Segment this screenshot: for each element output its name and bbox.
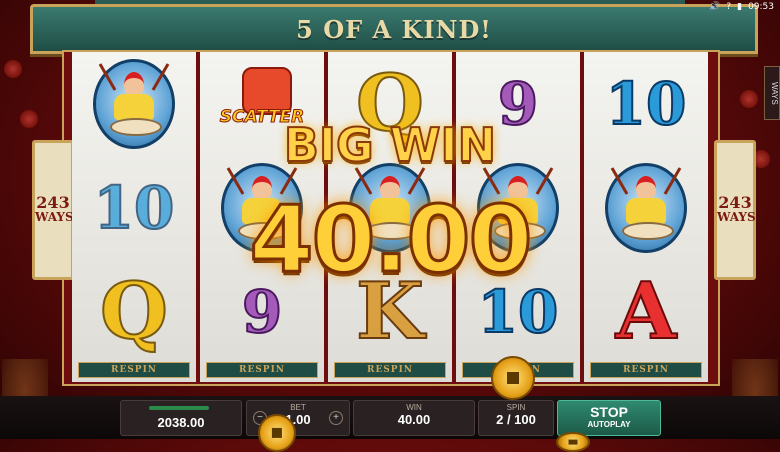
ways-info-tab[interactable]: WAYS — [764, 66, 780, 120]
system-status-bar: 🔊 ? ▮ 09:53 — [709, 0, 774, 14]
bet-increase-button[interactable]: + — [329, 411, 343, 425]
respin-button[interactable]: RESPIN — [590, 362, 702, 378]
balance-display: 2038.00 — [120, 400, 242, 436]
big-win-headline: BIG WIN — [283, 117, 497, 173]
question-icon[interactable]: ? — [726, 2, 731, 12]
win-display: WIN 40.00 — [353, 400, 475, 436]
spin-value: 2 / 100 — [496, 412, 536, 427]
spin-label: SPIN — [506, 403, 526, 412]
pagoda-banner: 5 OF A KIND! — [30, 4, 758, 54]
respin-button[interactable]: RESPIN — [78, 362, 190, 378]
gold-coin-icon — [556, 432, 590, 452]
balance-indicator — [149, 406, 209, 410]
banner-title: 5 OF A KIND! — [296, 15, 492, 44]
signal-icon: ▮ — [737, 2, 743, 12]
stop-autoplay-button[interactable]: STOP AUTOPLAY — [557, 400, 661, 436]
lantern-decor — [740, 90, 758, 108]
win-value: 40.00 — [397, 412, 431, 427]
speaker-icon[interactable]: 🔊 — [709, 2, 720, 12]
respin-button[interactable]: RESPIN — [334, 362, 446, 378]
balance-value: 2038.00 — [157, 415, 205, 430]
spin-counter: SPIN 2 / 100 — [478, 400, 554, 436]
autoplay-label: AUTOPLAY — [587, 420, 631, 429]
status-time: 09:53 — [748, 2, 774, 12]
win-label: WIN — [406, 403, 422, 412]
lantern-decor — [4, 60, 22, 78]
gold-coin-icon — [258, 414, 296, 452]
stop-label: STOP — [590, 404, 628, 420]
respin-button[interactable]: RESPIN — [206, 362, 318, 378]
big-win-amount: 40.00 — [248, 185, 534, 295]
gold-coin-icon — [491, 356, 535, 400]
